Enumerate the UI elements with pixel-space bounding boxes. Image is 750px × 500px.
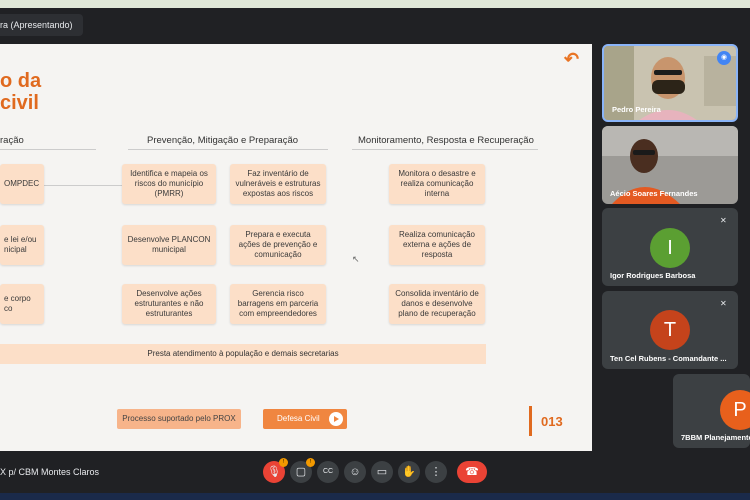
box-plancon: Desenvolve PLANCON municipal — [122, 225, 216, 265]
raise-hand-button[interactable]: ✋ — [398, 461, 420, 483]
participant-tile-pedro[interactable]: ◉ Pedro Pereira — [602, 44, 738, 122]
meet-window: ra (Apresentando) o da civil ↶ ração Pre… — [0, 0, 750, 500]
divider — [352, 149, 538, 150]
box-consolida-inventario: Consolida inventário de danos e desenvol… — [389, 284, 485, 324]
presenter-label: ra (Apresentando) — [0, 14, 83, 36]
participant-name: Ten Cel Rubens - Comandante ... — [610, 354, 727, 363]
more-options-button[interactable]: ⋮ — [425, 461, 447, 483]
slide-title: o da civil — [0, 70, 41, 114]
participant-name: Aécio Soares Fernandes — [610, 189, 698, 198]
avatar: T — [650, 310, 690, 350]
mic-button[interactable]: 🎙 ! — [263, 458, 288, 483]
present-button[interactable]: ▭ — [371, 461, 393, 483]
prox-button[interactable]: Processo suportado pelo PROX — [117, 409, 241, 429]
participant-tile-planejamento[interactable]: P 7BBM Planejamento — [673, 374, 750, 448]
avatar-initial: I — [667, 237, 673, 259]
camera-button[interactable]: ▢ ! — [290, 458, 315, 483]
slide-title-line2: civil — [0, 92, 39, 114]
slide-title-line1: o da — [0, 70, 42, 92]
column-header-prevention: Prevenção, Mitigação e Preparação — [147, 135, 299, 146]
participant-name: 7BBM Planejamento — [681, 433, 750, 442]
atendimento-bar: Presta atendimento à população e demais … — [0, 344, 486, 364]
end-call-button[interactable]: ☎ — [457, 461, 487, 483]
divider — [128, 149, 328, 150]
participant-name: Igor Rodrigues Barbosa — [610, 271, 696, 280]
participant-name: Pedro Pereira — [612, 105, 661, 114]
avatar-initial: P — [733, 399, 747, 421]
mic-warning-badge: ! — [279, 458, 288, 467]
emoji-button[interactable]: ☺ — [344, 461, 366, 483]
back-arrow-icon[interactable]: ↶ — [564, 50, 586, 68]
captions-button[interactable]: CC — [317, 461, 339, 483]
left-box-2: e lei e/ou nicipal — [0, 225, 44, 265]
avatar-initial: T — [663, 319, 677, 341]
connector — [44, 185, 122, 186]
box-gerencia-barragens: Gerencia risco barragens em parceria com… — [230, 284, 326, 324]
defesa-civil-label: Defesa Civil — [277, 414, 320, 423]
avatar: I — [650, 228, 690, 268]
shared-slide: o da civil ↶ ração Prevenção, Mitigação … — [0, 44, 592, 451]
avatar: P — [720, 390, 750, 430]
play-icon — [329, 412, 343, 426]
camera-warning-badge: ! — [306, 458, 315, 467]
mic-off-icon: ✕ — [720, 216, 727, 225]
box-identifica-riscos: Identifica e mapeia os riscos do municíp… — [122, 164, 216, 204]
participant-tile-aecio[interactable]: Aécio Soares Fernandes — [602, 126, 738, 204]
box-prevencao-comunicacao: Prepara e executa ações de prevenção e c… — [230, 225, 326, 265]
mouse-cursor-icon: ↖ — [352, 254, 360, 264]
mic-off-icon: ✕ — [720, 299, 727, 308]
meeting-name: X p/ CBM Montes Claros — [0, 467, 100, 477]
defesa-civil-button[interactable]: Defesa Civil — [263, 409, 347, 429]
divider — [0, 149, 96, 150]
page-divider — [529, 406, 532, 436]
box-comunicacao-externa: Realiza comunicação externa e ações de r… — [389, 225, 485, 265]
column-header-monitoring: Monitoramento, Resposta e Recuperação — [358, 135, 534, 146]
os-taskbar — [0, 493, 750, 500]
speaking-indicator-icon: ◉ — [717, 51, 731, 65]
left-box-3: e corpo co — [0, 284, 44, 324]
top-strip — [0, 0, 750, 8]
hang-up-icon: ☎ — [465, 466, 479, 478]
mic-icon: 🎙 — [267, 466, 281, 478]
column-header-left: ração — [0, 135, 24, 146]
camera-icon: ▢ — [295, 466, 307, 478]
box-monitora-desastre: Monitora o desastre e realiza comunicaçã… — [389, 164, 485, 204]
left-box-1: OMPDEC — [0, 164, 44, 204]
box-inventario-vulneraveis: Faz inventário de vulneráveis e estrutur… — [230, 164, 326, 204]
page-number: 013 — [541, 414, 563, 429]
box-acoes-estruturantes: Desenvolve ações estruturantes e não est… — [122, 284, 216, 324]
participant-tile-igor[interactable]: I ✕ Igor Rodrigues Barbosa — [602, 208, 738, 286]
participant-tile-rubens[interactable]: T ✕ Ten Cel Rubens - Comandante ... — [602, 291, 738, 369]
